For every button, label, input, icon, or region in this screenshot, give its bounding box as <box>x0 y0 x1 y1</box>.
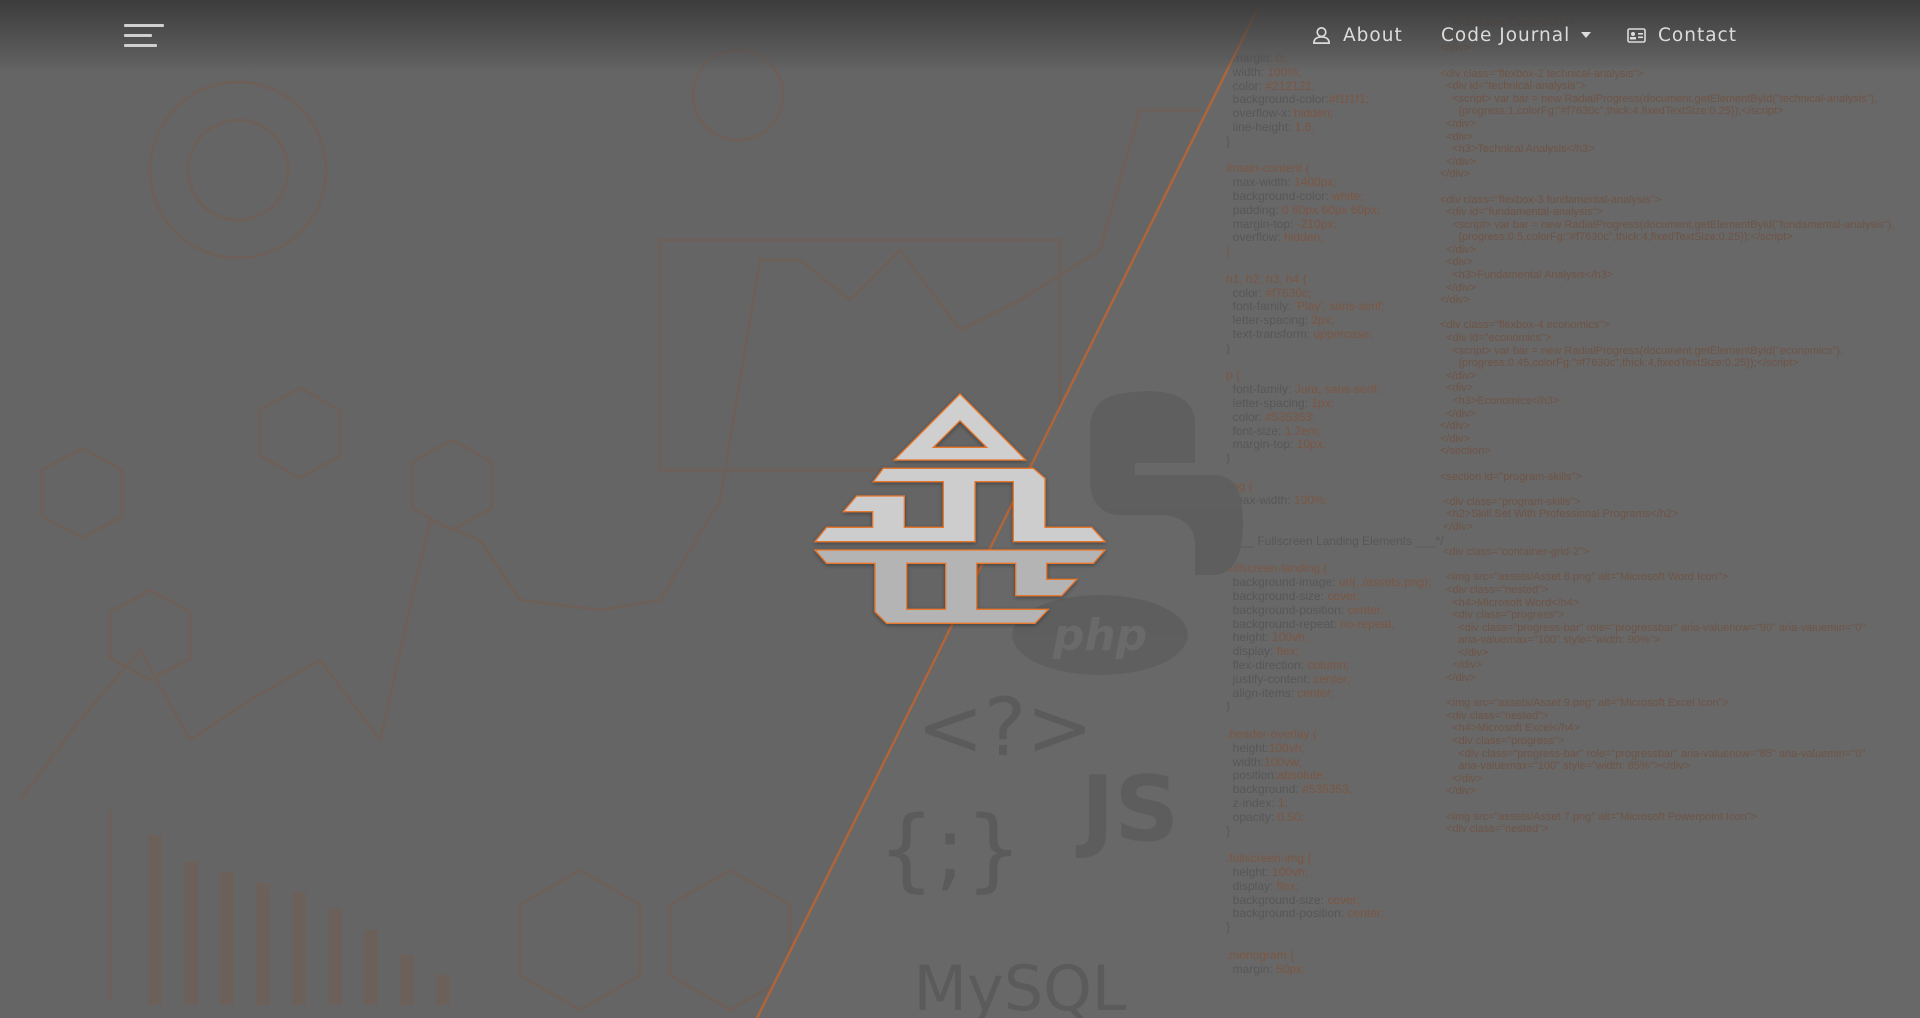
hamburger-menu-button[interactable] <box>124 22 166 50</box>
hamburger-line <box>124 34 152 37</box>
logo-upper-glyph <box>813 467 1107 543</box>
fullscreen-landing: margin: 0; width: 100%; color: #212121; … <box>0 0 1920 1018</box>
logo-triangle <box>892 393 1028 461</box>
logo-lower-glyph <box>813 549 1107 624</box>
nav-contact-label: Contact <box>1658 24 1737 46</box>
nav-code-journal-label: Code Journal <box>1441 24 1571 46</box>
caret-down-icon <box>1581 32 1592 38</box>
user-icon <box>1313 26 1330 44</box>
nav-code-journal-dropdown[interactable]: Code Journal <box>1441 22 1592 48</box>
nav-about[interactable]: About <box>1312 22 1403 48</box>
navbar: About Code Journal Contact <box>0 0 1920 72</box>
nav-contact[interactable]: Contact <box>1627 22 1737 48</box>
nav-about-label: About <box>1343 24 1403 46</box>
hamburger-line <box>124 24 164 27</box>
hamburger-line <box>124 44 157 47</box>
id-card-icon <box>1627 27 1646 43</box>
monogram-logo <box>813 393 1107 624</box>
